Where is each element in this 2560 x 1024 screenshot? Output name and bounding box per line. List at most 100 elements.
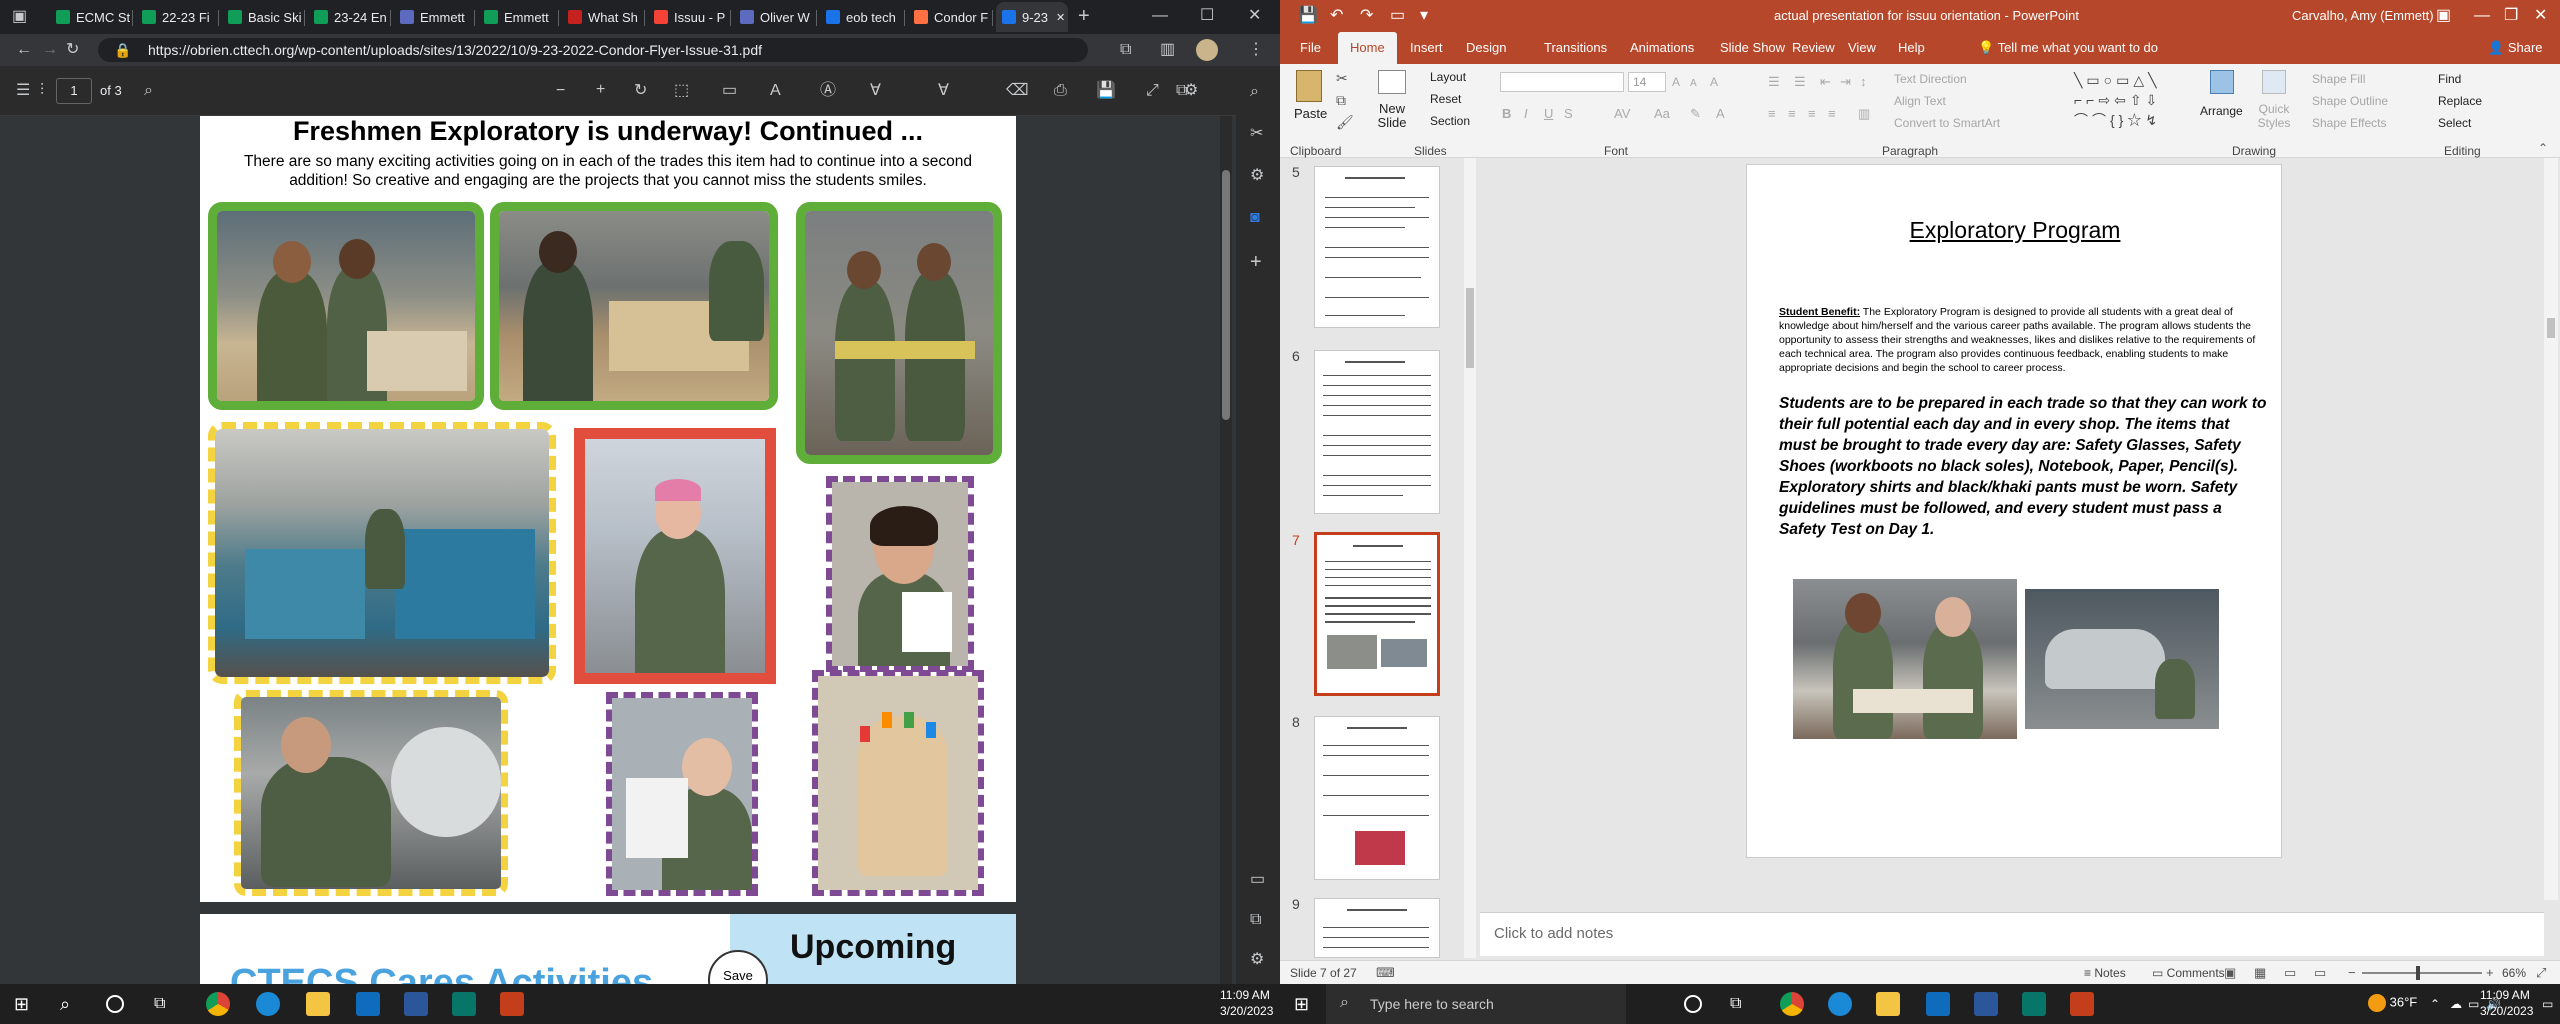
arrange-button[interactable]: Arrange: [2200, 68, 2246, 140]
more-menu-icon[interactable]: ⋮: [1248, 42, 1264, 58]
present-icon[interactable]: ▭: [1390, 8, 1405, 24]
thumb-scrollbar[interactable]: [1464, 158, 1476, 958]
align-text-button[interactable]: Align Text: [1894, 94, 1946, 108]
bullets-icon[interactable]: ☰: [1768, 74, 1780, 90]
slide-photo-culinary[interactable]: [1793, 579, 2017, 739]
edge-icon[interactable]: [256, 992, 280, 1016]
columns-icon[interactable]: ▥: [1858, 106, 1870, 122]
pdf-scroll-thumb[interactable]: [1222, 170, 1230, 420]
copy-icon[interactable]: ⧉: [1336, 92, 1346, 108]
browser-tab[interactable]: 23-24 En: [308, 2, 388, 32]
reading-view-icon[interactable]: ▭: [2284, 965, 2296, 981]
sidebar-add-icon[interactable]: +: [1250, 252, 1262, 272]
slide-thumb-5[interactable]: [1314, 166, 1440, 328]
change-case-icon[interactable]: Aa: [1654, 106, 1670, 122]
tab-menu-icon[interactable]: ▣: [12, 9, 27, 25]
browser-tab[interactable]: Basic Ski: [222, 2, 302, 32]
new-tab-icon[interactable]: +: [1078, 6, 1090, 26]
ribbon-display-icon[interactable]: ▣: [2436, 8, 2451, 24]
back-icon[interactable]: ←: [16, 42, 32, 58]
publisher-icon[interactable]: [2022, 992, 2046, 1016]
replace-button[interactable]: Replace: [2438, 94, 2482, 108]
outlook-icon[interactable]: [356, 992, 380, 1016]
reload-icon[interactable]: ↻: [66, 42, 79, 58]
slide-sorter-icon[interactable]: ▦: [2254, 965, 2266, 981]
browser-tab[interactable]: 22-23 Fi: [136, 2, 216, 32]
minimize-icon[interactable]: —: [1152, 8, 1168, 24]
search-icon[interactable]: ⌕: [144, 83, 153, 99]
numbering-icon[interactable]: ☰: [1794, 74, 1806, 90]
strikethrough-icon[interactable]: S: [1564, 106, 1573, 122]
shape-fill-button[interactable]: Shape Fill: [2312, 72, 2365, 86]
text-icon[interactable]: Ⓐ: [820, 83, 836, 99]
task-view-icon[interactable]: ⧉: [154, 992, 178, 1016]
slide-thumb-9[interactable]: [1314, 898, 1440, 958]
shape-effects-button[interactable]: Shape Effects: [2312, 116, 2387, 130]
undo-icon[interactable]: ↶: [1330, 8, 1343, 24]
ribbon-tab-transitions[interactable]: Transitions: [1544, 32, 1607, 64]
notes-button[interactable]: ≡ Notes: [2084, 966, 2126, 980]
fit-page-icon[interactable]: ⬚: [674, 83, 689, 99]
chrome-icon[interactable]: [206, 992, 230, 1016]
browser-tab[interactable]: What Sh: [562, 2, 642, 32]
network-icon[interactable]: ▭: [2468, 996, 2479, 1012]
slideshow-icon[interactable]: ▭: [2314, 965, 2326, 981]
notes-pane[interactable]: Click to add notes: [1480, 912, 2544, 956]
collapse-ribbon-icon[interactable]: ⌃: [2538, 140, 2548, 156]
sidebar-tools-icon[interactable]: ✂: [1250, 126, 1263, 142]
outlook-icon[interactable]: [1926, 992, 1950, 1016]
file-explorer-icon[interactable]: [1876, 992, 1900, 1016]
convert-smartart-button[interactable]: Convert to SmartArt: [1894, 116, 2000, 130]
underline-icon[interactable]: U: [1544, 106, 1553, 122]
fit-slide-icon[interactable]: ⤢: [2536, 965, 2546, 981]
tray-date[interactable]: 3/20/2023: [2480, 1004, 2533, 1018]
sidebar-icon[interactable]: ▥: [1160, 42, 1175, 58]
clear-format-icon[interactable]: A: [1710, 74, 1718, 90]
zoom-slider[interactable]: [2362, 966, 2482, 980]
ppt-user[interactable]: Carvalho, Amy (Emmett): [2292, 8, 2434, 23]
sidebar-settings-icon[interactable]: ⚙: [1250, 952, 1264, 968]
rotate-icon[interactable]: ↻: [634, 83, 647, 99]
ribbon-tab-animations[interactable]: Animations: [1630, 32, 1694, 64]
format-painter-icon[interactable]: 🖌: [1336, 114, 1354, 130]
print-icon[interactable]: ⎙: [1054, 83, 1067, 99]
maximize-icon[interactable]: ☐: [1200, 8, 1214, 24]
edge-icon[interactable]: [1828, 992, 1852, 1016]
read-aloud-icon[interactable]: A: [770, 83, 781, 99]
ribbon-tab-help[interactable]: Help: [1898, 32, 1925, 64]
ribbon-tab-insert[interactable]: Insert: [1410, 32, 1443, 64]
settings-icon[interactable]: ⚙: [1184, 83, 1198, 99]
sidebar-search-icon[interactable]: ⌕: [1250, 84, 1259, 100]
sidebar-outlook-icon[interactable]: ◙: [1250, 210, 1260, 226]
task-view-icon[interactable]: ⧉: [1730, 992, 1754, 1016]
thumb-scroll-thumb[interactable]: [1466, 288, 1474, 368]
tray-time[interactable]: 11:09 AM: [1220, 988, 1270, 1002]
font-size-box[interactable]: 14: [1628, 72, 1666, 92]
publisher-icon[interactable]: [452, 992, 476, 1016]
zoom-out-icon[interactable]: −: [2348, 965, 2356, 981]
close-tab-icon[interactable]: ✕: [1056, 11, 1065, 24]
ribbon-tab-review[interactable]: Review: [1792, 32, 1835, 64]
forward-icon[interactable]: →: [42, 42, 58, 58]
highlight-icon[interactable]: ∀: [870, 83, 881, 99]
slide-requirements[interactable]: Students are to be prepared in each trad…: [1779, 393, 2269, 540]
cortana-icon[interactable]: [1684, 995, 1702, 1013]
split-icon[interactable]: ⫶: [40, 83, 44, 99]
close-icon[interactable]: ✕: [2534, 8, 2547, 24]
align-right-icon[interactable]: ≡: [1808, 106, 1816, 122]
restore-icon[interactable]: ❐: [2504, 8, 2518, 24]
normal-view-icon[interactable]: ▣: [2224, 965, 2236, 981]
chrome-icon[interactable]: [1780, 992, 1804, 1016]
file-explorer-icon[interactable]: [306, 992, 330, 1016]
powerpoint-icon[interactable]: [2070, 992, 2094, 1016]
char-spacing-icon[interactable]: AV: [1614, 106, 1630, 122]
shapes-gallery[interactable]: ╲▭○▭△╲ ⌐⌐⇨⇦⇧⇩ ⌒⌒{}☆↯: [2074, 70, 2198, 130]
url-field[interactable]: 🔒 https://obrien.cttech.org/wp-content/u…: [98, 38, 1088, 62]
align-left-icon[interactable]: ≡: [1768, 106, 1776, 122]
browser-tab[interactable]: Oliver W: [734, 2, 814, 32]
slide-title[interactable]: Exploratory Program: [1747, 217, 2283, 244]
slide-thumb-8[interactable]: [1314, 716, 1440, 880]
word-icon[interactable]: [1974, 992, 1998, 1016]
fullscreen-icon[interactable]: ⤢: [1146, 83, 1159, 99]
slide-benefit[interactable]: Student Benefit: The Exploratory Program…: [1779, 305, 2265, 375]
